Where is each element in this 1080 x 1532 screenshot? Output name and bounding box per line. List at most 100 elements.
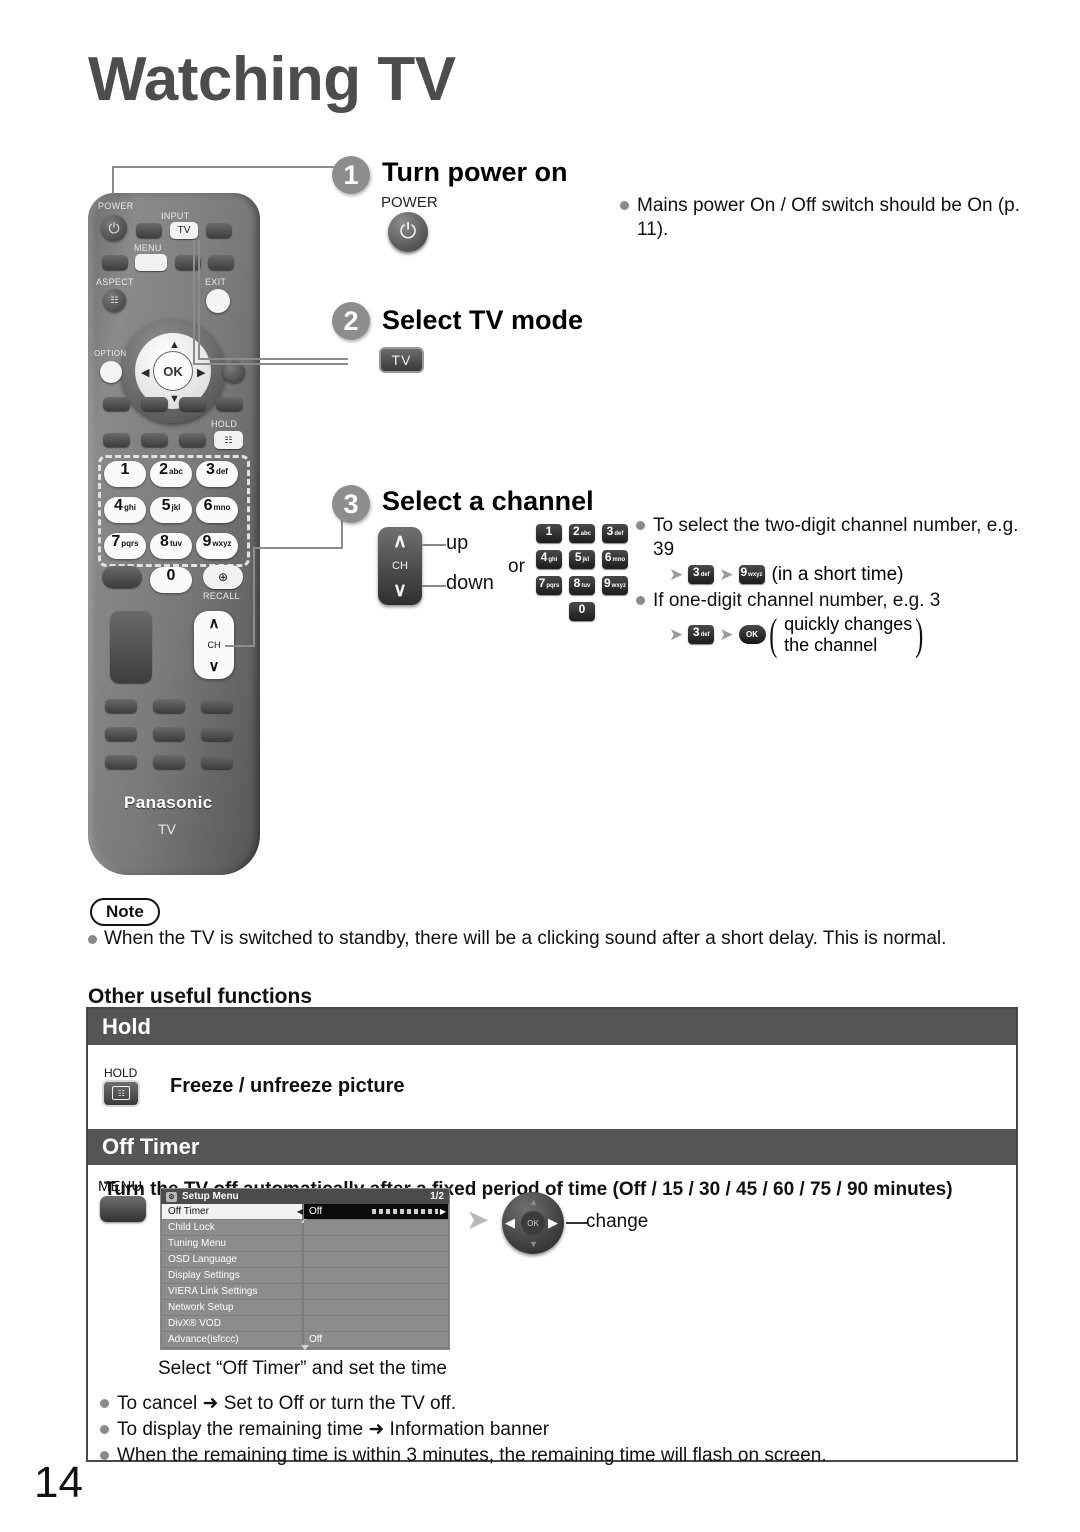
remote-bottom-button-5[interactable] (153, 727, 185, 741)
remote-key-7[interactable]: 7 pqrs (104, 533, 146, 559)
select-instruction: Select “Off Timer” and set the time (158, 1358, 447, 1379)
remote-key-9[interactable]: 9 wxyz (196, 533, 238, 559)
keypad-key-3[interactable]: 3 def (602, 524, 628, 543)
remote-bottom-button-6[interactable] (201, 727, 233, 741)
key-3[interactable]: 3 def (688, 625, 715, 645)
keypad-key-1[interactable]: 1 (536, 524, 562, 543)
nav-left-icon[interactable]: ◀ (141, 366, 149, 379)
keypad-key-8[interactable]: 8 tuv (569, 576, 595, 595)
bullet-item: When the remaining time is within 3 minu… (100, 1444, 1010, 1468)
leader-line-step1 (112, 166, 344, 168)
keypad-key-6[interactable]: 6 mno (602, 550, 628, 569)
keypad-key-4[interactable]: 4 ghi (536, 550, 562, 569)
remote-nav-ring[interactable]: OK ▲ ▼ ◀ ▶ (121, 319, 225, 423)
remote-key-0[interactable]: 0 (150, 567, 192, 593)
key-9[interactable]: 9 wxyz (738, 565, 765, 584)
remote-key-1[interactable]: 1 (104, 461, 146, 487)
tv-button-graphic[interactable]: TV (379, 347, 424, 373)
brand-sub-label: TV (158, 821, 176, 837)
osd-row[interactable]: Off Timer ◀ Off ▶ (162, 1204, 448, 1219)
bullet-item: Mains power On / Off switch should be On… (620, 194, 1020, 242)
remote-power-button[interactable]: ⏻ (101, 215, 127, 241)
remote-bottom-button-1[interactable] (105, 699, 137, 713)
nav-right-icon[interactable]: ▶ (197, 366, 205, 379)
remote-row4-button-3[interactable] (179, 433, 206, 447)
remote-tv-button[interactable]: TV (170, 222, 198, 239)
remote-ok-button[interactable]: OK (153, 351, 193, 391)
remote-bottom-button-9[interactable] (201, 755, 233, 769)
ch-rocker-graphic[interactable]: ∧ CH ∨ (378, 527, 422, 605)
remote-row2-button-1[interactable] (102, 255, 128, 270)
osd-row[interactable]: DivX® VOD (162, 1316, 448, 1331)
remote-key-4[interactable]: 4 ghi (104, 497, 146, 523)
remote-blank-button[interactable] (102, 566, 142, 588)
bullet-dot (100, 1450, 109, 1460)
nav-right-icon[interactable]: ▶ (548, 1215, 558, 1231)
ch-up-icon: ∧ (393, 530, 407, 552)
osd-row[interactable]: VIERA Link Settings (162, 1284, 448, 1299)
remote-bottom-button-3[interactable] (201, 699, 233, 713)
remote-key-2[interactable]: 2 abc (150, 461, 192, 487)
osd-row-value: Off (304, 1332, 448, 1347)
remote-input-right-button[interactable] (206, 223, 232, 238)
power-button-graphic[interactable]: ⏻ (388, 212, 428, 252)
osd-row[interactable]: Child Lock (162, 1220, 448, 1235)
bullet-dot (88, 935, 97, 944)
remote-power-label: POWER (98, 201, 134, 211)
remote-control-illustration: POWER ⏻ INPUT TV MENU ASPECT ☷ EXIT OK ▲… (88, 193, 260, 875)
ok-button-icon[interactable]: OK (738, 625, 766, 645)
keypad-key-9[interactable]: 9 wxyz (602, 576, 628, 595)
nav-up-icon[interactable]: ▲ (529, 1197, 538, 1207)
remote-volume-rocker[interactable] (110, 611, 152, 683)
ok-button-small[interactable]: OK (521, 1211, 545, 1235)
remote-bottom-button-4[interactable] (105, 727, 137, 741)
remote-bottom-button-2[interactable] (153, 699, 185, 713)
nav-left-icon[interactable]: ◀ (505, 1215, 515, 1231)
remote-color-button-2[interactable] (141, 397, 168, 411)
remote-recall-button[interactable]: ⊕ (203, 565, 243, 589)
keypad-key-5[interactable]: 5 jkl (569, 550, 595, 569)
remote-color-button-4[interactable] (216, 397, 243, 411)
osd-row[interactable]: Tuning Menu (162, 1236, 448, 1251)
osd-row[interactable]: OSD Language (162, 1252, 448, 1267)
bullet-dot (100, 1424, 109, 1434)
remote-bottom-button-8[interactable] (153, 755, 185, 769)
remote-exit-button[interactable] (206, 289, 230, 313)
remote-row2-button-4[interactable] (208, 255, 234, 270)
step-3-title: Select a channel (382, 486, 594, 516)
keypad-key-2[interactable]: 2 abc (569, 524, 595, 543)
nav-up-icon[interactable]: ▲ (169, 339, 180, 351)
bullet-item: To select the two-digit channel number, … (636, 514, 1036, 562)
arrow-icon: ➤ (719, 564, 734, 584)
remote-aspect-button[interactable]: ☷ (103, 289, 126, 312)
osd-row[interactable]: Network Setup (162, 1300, 448, 1315)
leader-line-tv-v (193, 240, 195, 365)
remote-key-3[interactable]: 3 def (196, 461, 238, 487)
nav-ring-small[interactable]: OK ▲ ▼ ◀ ▶ (502, 1192, 564, 1254)
remote-key-6[interactable]: 6 mno (196, 497, 238, 523)
remote-color-button-3[interactable] (179, 397, 206, 411)
bullet-item: To cancel ➜ Set to Off or turn the TV of… (100, 1392, 1010, 1416)
key-3[interactable]: 3 def (688, 565, 715, 584)
nav-down-icon[interactable]: ▼ (529, 1239, 538, 1249)
remote-row4-button-1[interactable] (103, 433, 130, 447)
keypad-key-7[interactable]: 7 pqrs (536, 576, 562, 595)
keypad-key-0[interactable]: 0 (569, 602, 595, 621)
remote-option-button[interactable] (100, 361, 122, 383)
remote-row4-button-2[interactable] (141, 433, 168, 447)
hold-button-graphic[interactable]: ☷ (102, 1079, 140, 1107)
remote-key-5[interactable]: 5 jkl (150, 497, 192, 523)
menu-button-graphic[interactable] (100, 1196, 146, 1222)
keypad-graphic[interactable]: 1 2 abc 3 def 4 ghi 5 jkl 6 mno 7 pqrs 8 tuv 9 wxyz 0 (536, 524, 632, 621)
osd-row[interactable]: Display Settings (162, 1268, 448, 1283)
brace-open: ( (768, 610, 777, 660)
tick-up (422, 544, 446, 546)
remote-color-button-1[interactable] (103, 397, 130, 411)
remote-hold-button[interactable]: ☷ (214, 431, 243, 449)
off-timer-section-header: Off Timer (88, 1129, 1016, 1165)
osd-title-bar: ⚙ Setup Menu 1/2 (161, 1189, 449, 1204)
remote-key-8[interactable]: 8 tuv (150, 533, 192, 559)
remote-input-left-button[interactable] (136, 223, 162, 238)
remote-menu-button[interactable] (135, 254, 167, 271)
remote-bottom-button-7[interactable] (105, 755, 137, 769)
